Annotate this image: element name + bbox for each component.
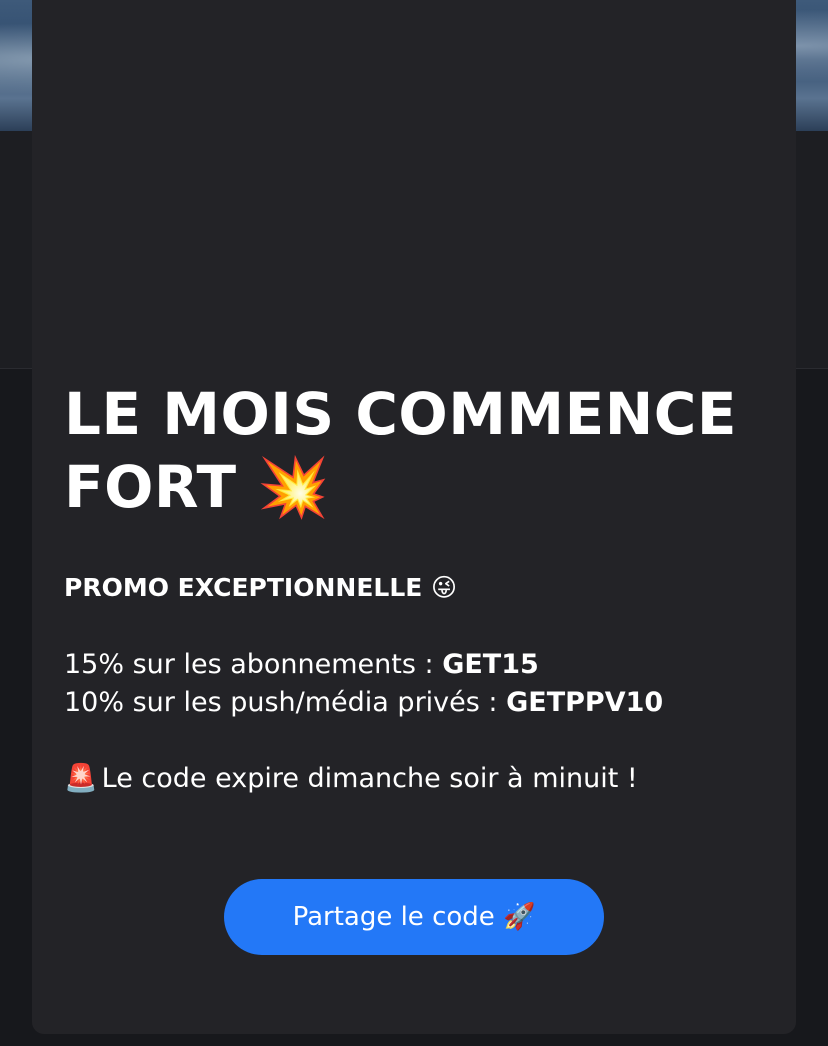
promo-code: GETPPV10: [506, 687, 664, 718]
offer-line-private-media: 10% sur les push/média privés : GETPPV10: [64, 684, 663, 722]
promo-heading: PROMO EXCEPTIONNELLE 😜: [64, 573, 458, 602]
siren-icon: 🚨: [64, 763, 98, 794]
expiry-text: Le code expire dimanche soir à minuit !: [101, 763, 638, 794]
modal-title: LE MOIS COMMENCE FORT 💥: [64, 380, 737, 521]
promo-modal: LE MOIS COMMENCE FORT 💥 PROMO EXCEPTIONN…: [32, 0, 796, 1034]
share-code-button[interactable]: Partage le code 🚀: [224, 879, 604, 955]
expiry-notice: 🚨 Le code expire dimanche soir à minuit !: [64, 760, 638, 798]
offer-text: 10% sur les push/média privés :: [64, 687, 507, 718]
offer-text: 15% sur les abonnements :: [64, 649, 443, 680]
promo-code: GET15: [442, 649, 539, 680]
offer-line-subscriptions: 15% sur les abonnements : GET15: [64, 646, 539, 684]
